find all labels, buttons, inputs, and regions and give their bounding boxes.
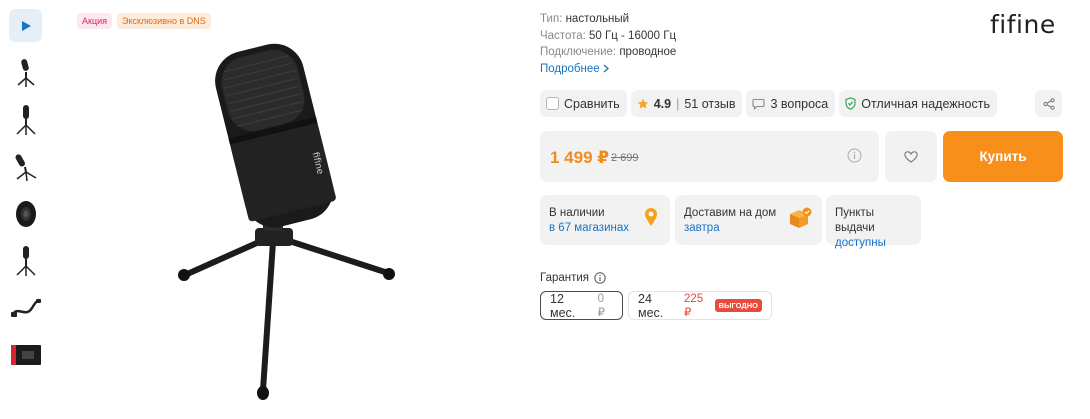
badge-group: Акция Эксклюзивно в DNS xyxy=(77,13,211,29)
warranty-term: 24 мес. xyxy=(638,291,664,320)
in-stock-card[interactable]: В наличии в 67 магазинах xyxy=(540,195,670,245)
spec-type-value: настольный xyxy=(565,13,630,25)
star-icon xyxy=(637,98,649,109)
warranty-price: 225 ₽ xyxy=(683,292,704,319)
thumbnail-photo-7[interactable] xyxy=(9,338,42,371)
product-actions: Сравнить 4.9 | 51 отзыв 3 вопроса Отличн… xyxy=(540,90,997,117)
reliability-button[interactable]: Отличная надежность xyxy=(839,90,997,117)
spec-type-label: Тип: xyxy=(540,13,563,25)
product-box-thumb-icon xyxy=(10,344,41,365)
questions-button[interactable]: 3 вопроса xyxy=(746,90,836,117)
warranty-heading: Гарантия xyxy=(540,272,606,284)
pickup-link[interactable]: доступны xyxy=(835,236,912,251)
pickup-title: Пункты выдачи xyxy=(835,207,875,234)
info-icon[interactable] xyxy=(594,272,606,284)
delivery-box-icon xyxy=(790,207,812,228)
product-main-image[interactable]: fifine xyxy=(170,30,410,415)
microphone-top-view-thumb-icon xyxy=(15,200,36,227)
warranty-price: 0 ₽ xyxy=(597,292,605,319)
exclusive-badge[interactable]: Эксклюзивно в DNS xyxy=(117,13,211,29)
brand-logo[interactable]: fifine xyxy=(990,10,1056,39)
questions-count: 3 вопроса xyxy=(770,96,829,111)
share-icon xyxy=(1042,97,1055,110)
thumbnail-photo-4[interactable] xyxy=(9,197,42,230)
microphone-tripod-thumb-icon xyxy=(15,104,36,135)
spec-connection-value: проводное xyxy=(619,46,677,58)
warranty-term: 12 мес. xyxy=(550,291,576,320)
rating-value: 4.9 xyxy=(653,96,672,111)
spec-summary: Тип: настольный Частота: 50 Гц - 16000 Г… xyxy=(540,11,676,77)
microphone-tilted-thumb-icon xyxy=(15,153,36,181)
thumbnail-list xyxy=(9,9,42,385)
reliability-label: Отличная надежность xyxy=(861,96,990,111)
chevron-right-icon xyxy=(603,64,609,73)
share-button[interactable] xyxy=(1035,90,1062,117)
warranty-option-24[interactable]: 24 мес. 225 ₽ ВЫГОДНО xyxy=(628,291,772,320)
promo-badge[interactable]: Акция xyxy=(77,13,112,29)
thumbnail-photo-2[interactable] xyxy=(9,103,42,136)
warranty-option-12[interactable]: 12 мес. 0 ₽ xyxy=(540,291,623,320)
more-details-link[interactable]: Подробнее xyxy=(540,61,609,78)
heart-icon xyxy=(904,150,918,163)
location-pin-icon xyxy=(645,208,657,226)
deal-badge: ВЫГОДНО xyxy=(714,299,762,312)
shield-check-icon xyxy=(845,97,856,110)
price-panel: 1 499 ₽ 2 699 xyxy=(540,131,879,182)
thumbnail-photo-6[interactable] xyxy=(9,291,42,324)
spec-frequency-value: 50 Гц - 16000 Гц xyxy=(589,29,677,42)
thumbnail-photo-5[interactable] xyxy=(9,244,42,277)
compare-label: Сравнить xyxy=(564,96,620,111)
microphone-tripod-thumb-icon xyxy=(17,58,34,87)
pickup-card[interactable]: Пункты выдачи доступны xyxy=(826,195,921,249)
reviews-count: 51 отзыв xyxy=(684,96,736,111)
rating-reviews-button[interactable]: 4.9 | 51 отзыв xyxy=(630,90,743,117)
spec-type: Тип: настольный xyxy=(540,11,676,28)
spec-frequency: Частота: 50 Гц - 16000 Гц xyxy=(540,28,676,45)
chat-bubble-icon xyxy=(752,98,766,110)
rating-separator: | xyxy=(676,96,680,111)
compare-checkbox[interactable] xyxy=(546,97,559,110)
thumbnail-video[interactable] xyxy=(9,9,42,42)
buy-button[interactable]: Купить xyxy=(943,131,1063,182)
old-price: 2 699 xyxy=(611,152,639,164)
warranty-title: Гарантия xyxy=(540,272,590,284)
play-icon xyxy=(21,20,31,31)
thumbnail-photo-1[interactable] xyxy=(9,56,42,89)
compare-button[interactable]: Сравнить xyxy=(540,90,627,117)
more-details-label: Подробнее xyxy=(540,62,600,75)
wishlist-button[interactable] xyxy=(885,131,937,182)
usb-cable-thumb-icon xyxy=(10,298,41,317)
spec-connection: Подключение: проводное xyxy=(540,44,676,61)
microphone-tripod-thumb-icon xyxy=(15,245,36,276)
delivery-card[interactable]: Доставим на дом завтра xyxy=(675,195,822,245)
info-icon[interactable] xyxy=(847,148,862,163)
thumbnail-photo-3[interactable] xyxy=(9,150,42,183)
current-price: 1 499 ₽ xyxy=(550,148,610,167)
spec-frequency-label: Частота: xyxy=(540,29,586,42)
spec-connection-label: Подключение: xyxy=(540,46,617,58)
